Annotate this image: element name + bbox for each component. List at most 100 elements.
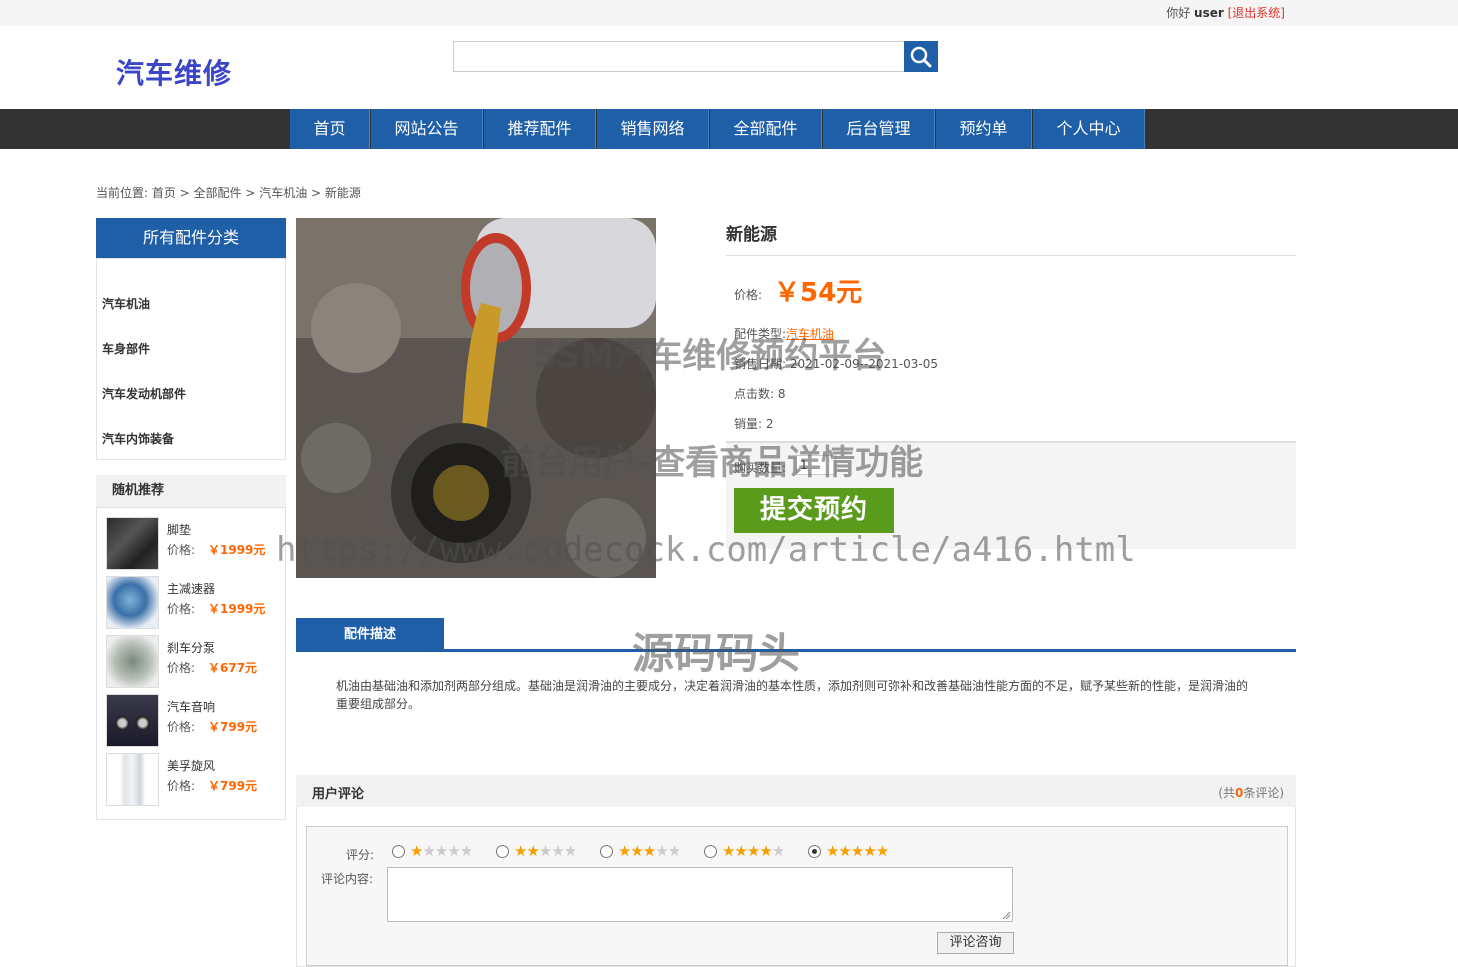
- reviews-title: 用户评论: [312, 787, 365, 802]
- recommend-name[interactable]: 刹车分泵: [167, 639, 215, 656]
- recommend-price: ￥1999元: [208, 602, 266, 616]
- star-icon: ★: [838, 842, 851, 860]
- nav-all-parts[interactable]: 全部配件: [710, 109, 822, 149]
- description-text: 机油由基础油和添加剂两部分组成。基础油是润滑油的主要成分，决定着润滑油的基本性质…: [336, 679, 1249, 711]
- rating-radio[interactable]: [808, 845, 821, 858]
- recommend-name[interactable]: 主减速器: [167, 580, 215, 597]
- star-rating-icon: ★★★★★: [514, 842, 577, 860]
- star-icon: ★: [826, 842, 839, 860]
- star-icon: ★: [630, 842, 643, 860]
- star-icon: ★: [759, 842, 772, 860]
- recommend-price: ￥799元: [208, 779, 258, 793]
- resize-handle-icon[interactable]: [1001, 910, 1011, 920]
- star-rating-icon: ★★★★★: [826, 842, 889, 860]
- nav-notices[interactable]: 网站公告: [371, 109, 483, 149]
- category-item[interactable]: 汽车内饰装备: [102, 430, 174, 447]
- watermark-subtitle: 前台用户-查看商品详情功能: [501, 443, 924, 483]
- rating-radio[interactable]: [392, 845, 405, 858]
- search-input[interactable]: [453, 41, 905, 72]
- user-greeting: 你好 user [退出系统]: [1166, 4, 1285, 21]
- star-icon: ★: [642, 842, 656, 860]
- reviews-header: 用户评论 (共0条评论): [296, 775, 1296, 807]
- site-logo[interactable]: 汽车维修: [116, 52, 232, 92]
- rating-radio[interactable]: [600, 845, 613, 858]
- category-item[interactable]: 汽车发动机部件: [102, 385, 186, 402]
- submit-review-button[interactable]: 评论咨询: [937, 932, 1014, 954]
- rating-label: 评分:: [346, 848, 375, 862]
- product-title: 新能源: [726, 225, 777, 245]
- star-icon: ★: [734, 842, 747, 860]
- product-thumbnail[interactable]: [106, 517, 159, 570]
- top-bar: 你好 user [退出系统]: [0, 0, 1458, 26]
- review-form-container: 评分: ★★★★★ ★★★★★ ★★★★★ ★★★★★ ★★★★★ 评论内容: 评论咨询: [296, 807, 1296, 967]
- clicks-label: 点击数:: [734, 387, 775, 401]
- count-prefix: (共: [1218, 786, 1235, 800]
- sales-row: 销量: 2: [734, 415, 774, 432]
- tab-description[interactable]: 配件描述: [296, 618, 444, 651]
- star-icon: ★: [618, 842, 631, 860]
- product-thumbnail[interactable]: [106, 576, 159, 629]
- star-icon: ★: [514, 842, 527, 860]
- product-thumbnail[interactable]: [106, 753, 159, 806]
- star-icon: ★: [863, 842, 876, 860]
- product-thumbnail[interactable]: [106, 635, 159, 688]
- price-label: 价格:: [167, 779, 196, 793]
- star-rating-icon: ★★★★★: [618, 842, 681, 860]
- star-icon: ★: [538, 842, 552, 860]
- clicks-row: 点击数: 8: [734, 385, 786, 402]
- star-icon: ★: [459, 842, 473, 860]
- recommend-item[interactable]: 汽车音响 价格: ￥799元: [106, 694, 281, 749]
- nav-bookings[interactable]: 预约单: [936, 109, 1032, 149]
- search-button[interactable]: [904, 41, 938, 72]
- star-icon: ★: [447, 842, 460, 860]
- rating-radio[interactable]: [496, 845, 509, 858]
- recommend-item[interactable]: 主减速器 价格: ￥1999元: [106, 576, 281, 631]
- star-icon: ★: [771, 842, 785, 860]
- star-icon: ★: [434, 842, 448, 860]
- nav-recommended[interactable]: 推荐配件: [484, 109, 596, 149]
- category-item[interactable]: 车身部件: [102, 340, 150, 357]
- nav-admin[interactable]: 后台管理: [823, 109, 935, 149]
- review-content-textarea[interactable]: [387, 867, 1013, 922]
- submit-booking-button[interactable]: 提交预约: [734, 488, 894, 533]
- category-item[interactable]: 汽车机油: [102, 295, 150, 312]
- username: user: [1194, 6, 1224, 20]
- star-icon: ★: [551, 842, 564, 860]
- product-image: [296, 218, 656, 578]
- recommend-item[interactable]: 脚垫 价格: ￥1999元: [106, 517, 281, 572]
- recommend-title: 随机推荐: [96, 475, 286, 507]
- recommend-name[interactable]: 汽车音响: [167, 698, 215, 715]
- star-rating-icon: ★★★★★: [722, 842, 785, 860]
- content-label: 评论内容:: [321, 872, 374, 886]
- reviews-count: (共0条评论): [1218, 784, 1284, 801]
- recommend-price: ￥1999元: [208, 543, 266, 557]
- recommend-name[interactable]: 脚垫: [167, 521, 191, 538]
- star-icon: ★: [526, 842, 539, 860]
- price-label: 价格:: [167, 543, 196, 557]
- price-label: 价格:: [734, 288, 763, 302]
- star-icon: ★: [655, 842, 668, 860]
- count-suffix: 条评论): [1243, 786, 1284, 800]
- star-icon: ★: [422, 842, 435, 860]
- recommend-item[interactable]: 刹车分泵 价格: ￥677元: [106, 635, 281, 690]
- star-icon: ★: [875, 842, 889, 860]
- rating-radio[interactable]: [704, 845, 717, 858]
- price-label: 价格:: [167, 602, 196, 616]
- nav-sales-network[interactable]: 销售网络: [597, 109, 709, 149]
- star-icon: ★: [746, 842, 760, 860]
- category-title: 所有配件分类: [96, 218, 286, 258]
- breadcrumb: 当前位置: 首页 > 全部配件 > 汽车机油 > 新能源: [96, 186, 361, 200]
- star-icon: ★: [850, 842, 864, 860]
- product-thumbnail[interactable]: [106, 694, 159, 747]
- recommend-item[interactable]: 美孚旋风 价格: ￥799元: [106, 753, 281, 808]
- logout-link[interactable]: [退出系统]: [1228, 6, 1285, 20]
- recommend-name[interactable]: 美孚旋风: [167, 757, 215, 774]
- watermark-url: https://www.codecock.com/article/a416.ht…: [276, 530, 1136, 570]
- price-label: 价格:: [167, 661, 196, 675]
- main-nav: 首页 网站公告 推荐配件 销售网络 全部配件 后台管理 预约单 个人中心: [0, 109, 1458, 149]
- nav-profile[interactable]: 个人中心: [1033, 109, 1145, 149]
- recommend-price: ￥799元: [208, 720, 258, 734]
- greeting-text: 你好: [1166, 6, 1195, 20]
- clicks-value: 8: [777, 387, 786, 401]
- nav-home[interactable]: 首页: [290, 109, 370, 149]
